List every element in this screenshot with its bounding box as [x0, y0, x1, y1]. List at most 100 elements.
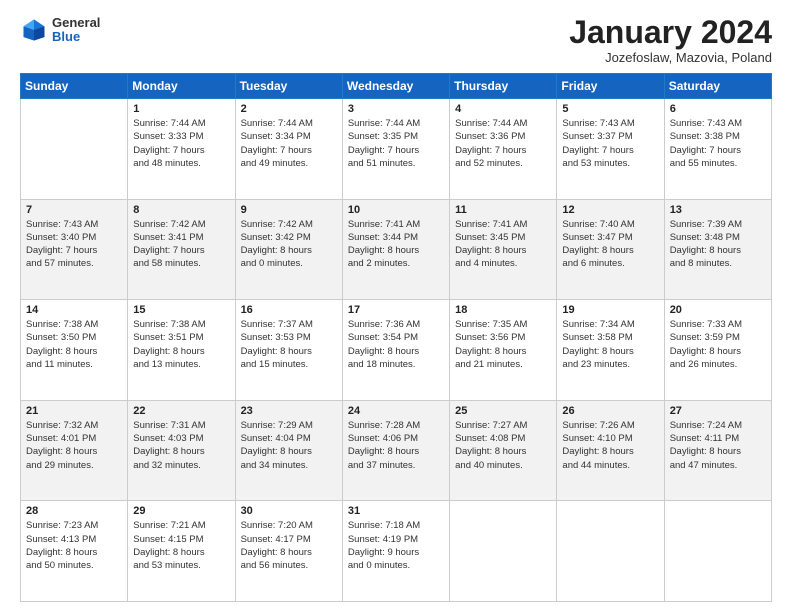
- day-number: 26: [562, 405, 658, 417]
- day-info: Sunrise: 7:44 AMSunset: 3:34 PMDaylight:…: [241, 117, 337, 170]
- day-cell: 10Sunrise: 7:41 AMSunset: 3:44 PMDayligh…: [342, 199, 449, 300]
- col-wednesday: Wednesday: [342, 74, 449, 99]
- col-sunday: Sunday: [21, 74, 128, 99]
- day-cell: 31Sunrise: 7:18 AMSunset: 4:19 PMDayligh…: [342, 501, 449, 602]
- day-info: Sunrise: 7:38 AMSunset: 3:51 PMDaylight:…: [133, 318, 229, 371]
- day-cell: 2 Sunrise: 7:44 AMSunset: 3:34 PMDaylight…: [235, 99, 342, 200]
- logo-line1: General: [52, 16, 100, 30]
- day-cell: 19 Sunrise: 7:34 AMSunset: 3:58 PMDayligh…: [557, 300, 664, 401]
- day-info: Sunrise: 7:32 AMSunset: 4:01 PMDaylight:…: [26, 419, 122, 472]
- week-row-2: 14 Sunrise: 7:38 AMSunset: 3:50 PMDayligh…: [21, 300, 772, 401]
- day-info: Sunrise: 7:42 AMSunset: 3:42 PMDaylight:…: [241, 218, 337, 271]
- logo-icon: [20, 16, 48, 44]
- day-number: 12: [562, 204, 658, 216]
- day-number: 21: [26, 405, 122, 417]
- day-cell: 3 Sunrise: 7:44 AMSunset: 3:35 PMDaylight…: [342, 99, 449, 200]
- day-number: 30: [241, 505, 337, 517]
- day-number: 11: [455, 204, 551, 216]
- day-cell: 6 Sunrise: 7:43 AMSunset: 3:38 PMDaylight…: [664, 99, 771, 200]
- day-number: 6: [670, 103, 766, 115]
- calendar-table: Sunday Monday Tuesday Wednesday Thursday…: [20, 73, 772, 602]
- day-number: 15: [133, 304, 229, 316]
- day-cell: 23 Sunrise: 7:29 AMSunset: 4:04 PMDayligh…: [235, 400, 342, 501]
- day-cell: 9 Sunrise: 7:42 AMSunset: 3:42 PMDaylight…: [235, 199, 342, 300]
- col-thursday: Thursday: [450, 74, 557, 99]
- day-cell: 13Sunrise: 7:39 AMSunset: 3:48 PMDayligh…: [664, 199, 771, 300]
- logo-line2: Blue: [52, 30, 100, 44]
- day-info: Sunrise: 7:31 AMSunset: 4:03 PMDaylight:…: [133, 419, 229, 472]
- day-info: Sunrise: 7:36 AMSunset: 3:54 PMDaylight:…: [348, 318, 444, 371]
- day-number: 10: [348, 204, 444, 216]
- day-info: Sunrise: 7:24 AMSunset: 4:11 PMDaylight:…: [670, 419, 766, 472]
- day-cell: 22 Sunrise: 7:31 AMSunset: 4:03 PMDayligh…: [128, 400, 235, 501]
- day-info: Sunrise: 7:43 AMSunset: 3:40 PMDaylight:…: [26, 218, 122, 271]
- day-cell: 21 Sunrise: 7:32 AMSunset: 4:01 PMDayligh…: [21, 400, 128, 501]
- day-number: 2: [241, 103, 337, 115]
- day-cell: 18 Sunrise: 7:35 AMSunset: 3:56 PMDayligh…: [450, 300, 557, 401]
- col-monday: Monday: [128, 74, 235, 99]
- day-info: Sunrise: 7:43 AMSunset: 3:38 PMDaylight:…: [670, 117, 766, 170]
- day-cell: 27 Sunrise: 7:24 AMSunset: 4:11 PMDayligh…: [664, 400, 771, 501]
- day-number: 19: [562, 304, 658, 316]
- header-row: Sunday Monday Tuesday Wednesday Thursday…: [21, 74, 772, 99]
- day-info: Sunrise: 7:44 AMSunset: 3:35 PMDaylight:…: [348, 117, 444, 170]
- day-info: Sunrise: 7:44 AMSunset: 3:36 PMDaylight:…: [455, 117, 551, 170]
- day-cell: [21, 99, 128, 200]
- day-number: 3: [348, 103, 444, 115]
- day-cell: 12Sunrise: 7:40 AMSunset: 3:47 PMDayligh…: [557, 199, 664, 300]
- day-info: Sunrise: 7:38 AMSunset: 3:50 PMDaylight:…: [26, 318, 122, 371]
- day-info: Sunrise: 7:27 AMSunset: 4:08 PMDaylight:…: [455, 419, 551, 472]
- day-number: 17: [348, 304, 444, 316]
- day-info: Sunrise: 7:20 AMSunset: 4:17 PMDaylight:…: [241, 519, 337, 572]
- day-number: 16: [241, 304, 337, 316]
- day-number: 9: [241, 204, 337, 216]
- day-info: Sunrise: 7:21 AMSunset: 4:15 PMDaylight:…: [133, 519, 229, 572]
- day-info: Sunrise: 7:44 AMSunset: 3:33 PMDaylight:…: [133, 117, 229, 170]
- day-number: 1: [133, 103, 229, 115]
- logo: General Blue: [20, 16, 100, 45]
- day-cell: [557, 501, 664, 602]
- day-info: Sunrise: 7:33 AMSunset: 3:59 PMDaylight:…: [670, 318, 766, 371]
- day-info: Sunrise: 7:42 AMSunset: 3:41 PMDaylight:…: [133, 218, 229, 271]
- header: General Blue January 2024 Jozefoslaw, Ma…: [20, 16, 772, 65]
- day-number: 14: [26, 304, 122, 316]
- logo-text: General Blue: [52, 16, 100, 45]
- col-friday: Friday: [557, 74, 664, 99]
- day-number: 8: [133, 204, 229, 216]
- day-cell: 4Sunrise: 7:44 AMSunset: 3:36 PMDaylight…: [450, 99, 557, 200]
- day-info: Sunrise: 7:39 AMSunset: 3:48 PMDaylight:…: [670, 218, 766, 271]
- week-row-1: 7 Sunrise: 7:43 AMSunset: 3:40 PMDaylight…: [21, 199, 772, 300]
- day-number: 27: [670, 405, 766, 417]
- week-row-4: 28Sunrise: 7:23 AMSunset: 4:13 PMDayligh…: [21, 501, 772, 602]
- day-number: 31: [348, 505, 444, 517]
- day-cell: 16Sunrise: 7:37 AMSunset: 3:53 PMDayligh…: [235, 300, 342, 401]
- day-cell: 7 Sunrise: 7:43 AMSunset: 3:40 PMDaylight…: [21, 199, 128, 300]
- day-cell: 24Sunrise: 7:28 AMSunset: 4:06 PMDayligh…: [342, 400, 449, 501]
- day-info: Sunrise: 7:26 AMSunset: 4:10 PMDaylight:…: [562, 419, 658, 472]
- day-cell: 29 Sunrise: 7:21 AMSunset: 4:15 PMDayligh…: [128, 501, 235, 602]
- day-info: Sunrise: 7:34 AMSunset: 3:58 PMDaylight:…: [562, 318, 658, 371]
- day-number: 5: [562, 103, 658, 115]
- day-info: Sunrise: 7:35 AMSunset: 3:56 PMDaylight:…: [455, 318, 551, 371]
- day-number: 28: [26, 505, 122, 517]
- day-info: Sunrise: 7:41 AMSunset: 3:45 PMDaylight:…: [455, 218, 551, 271]
- day-info: Sunrise: 7:43 AMSunset: 3:37 PMDaylight:…: [562, 117, 658, 170]
- day-number: 18: [455, 304, 551, 316]
- day-cell: 26 Sunrise: 7:26 AMSunset: 4:10 PMDayligh…: [557, 400, 664, 501]
- day-cell: [664, 501, 771, 602]
- day-number: 7: [26, 204, 122, 216]
- page: General Blue January 2024 Jozefoslaw, Ma…: [0, 0, 792, 612]
- day-cell: 25Sunrise: 7:27 AMSunset: 4:08 PMDayligh…: [450, 400, 557, 501]
- col-saturday: Saturday: [664, 74, 771, 99]
- day-cell: 20Sunrise: 7:33 AMSunset: 3:59 PMDayligh…: [664, 300, 771, 401]
- day-number: 23: [241, 405, 337, 417]
- day-cell: 5 Sunrise: 7:43 AMSunset: 3:37 PMDaylight…: [557, 99, 664, 200]
- day-cell: 28Sunrise: 7:23 AMSunset: 4:13 PMDayligh…: [21, 501, 128, 602]
- calendar-title: January 2024: [569, 16, 772, 48]
- day-number: 29: [133, 505, 229, 517]
- day-info: Sunrise: 7:29 AMSunset: 4:04 PMDaylight:…: [241, 419, 337, 472]
- day-cell: 1 Sunrise: 7:44 AMSunset: 3:33 PMDaylight…: [128, 99, 235, 200]
- day-cell: 17 Sunrise: 7:36 AMSunset: 3:54 PMDayligh…: [342, 300, 449, 401]
- title-block: January 2024 Jozefoslaw, Mazovia, Poland: [569, 16, 772, 65]
- day-number: 22: [133, 405, 229, 417]
